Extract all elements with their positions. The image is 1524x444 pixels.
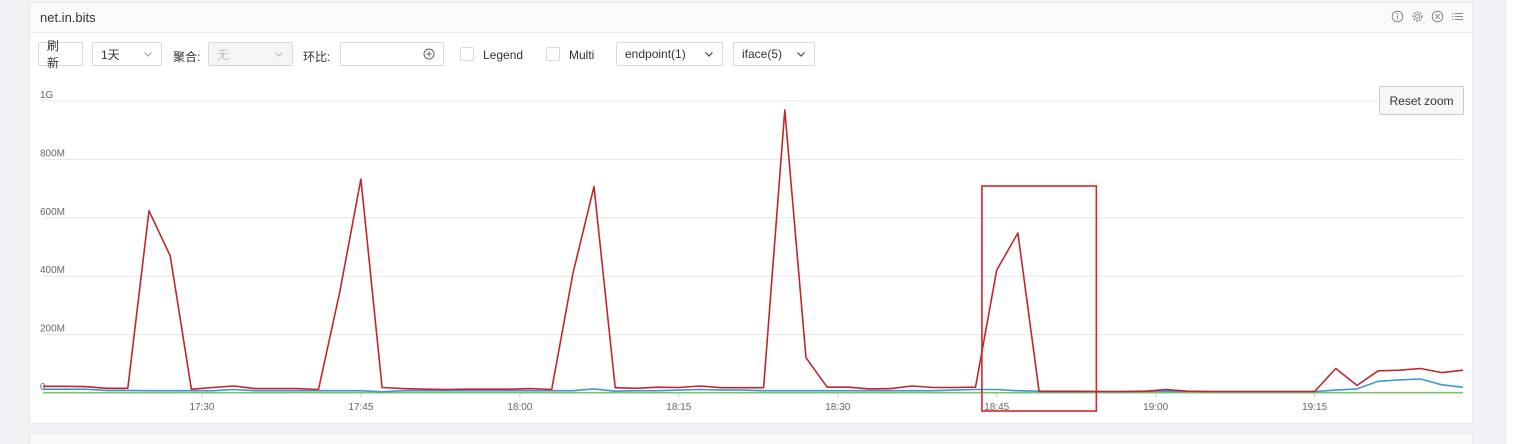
next-panel-edge	[29, 433, 1473, 444]
y-tick-label: 800M	[40, 148, 65, 159]
x-tick-label: 18:15	[666, 402, 691, 413]
y-tick-label: 600M	[40, 207, 65, 218]
y-tick-label: 0	[40, 382, 46, 393]
x-tick-label: 19:00	[1143, 402, 1168, 413]
right-scroll-strip	[1505, 0, 1524, 444]
series-line	[43, 109, 1464, 393]
x-tick-label: 17:45	[348, 402, 373, 413]
reset-zoom-button[interactable]: Reset zoom	[1379, 86, 1464, 115]
y-tick-label: 400M	[40, 265, 65, 276]
y-tick-label: 200M	[40, 324, 65, 335]
x-tick-label: 19:15	[1302, 402, 1327, 413]
x-tick-label: 18:00	[507, 402, 532, 413]
chart-panel: net.in.bits 刷 新 1天 聚合: 无 环比: Legend Mult…	[29, 2, 1473, 424]
x-tick-label: 17:30	[189, 402, 214, 413]
line-chart[interactable]: 0 200M 400M 600M 800M 1G 17:30 17:45 18:00 18:15 1…	[30, 3, 1472, 423]
x-tick-label: 18:30	[825, 402, 850, 413]
series-line	[43, 378, 1464, 393]
highlight-box	[981, 185, 1098, 412]
y-tick-label: 1G	[40, 90, 54, 101]
